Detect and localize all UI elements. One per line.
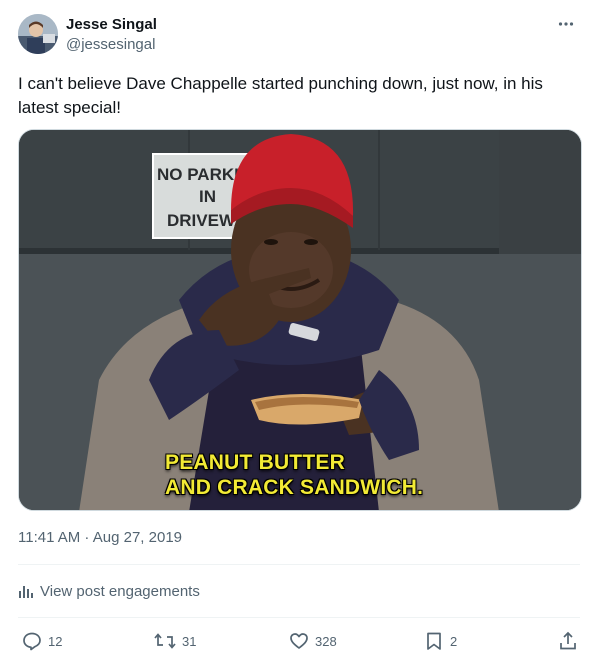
tweet-timestamp[interactable]: 11:41 AM · Aug 27, 2019 (18, 529, 182, 546)
view-engagements-link[interactable]: View post engagements (18, 580, 200, 602)
reply-count: 12 (48, 633, 63, 649)
repost-count: 31 (182, 633, 197, 649)
bookmark-count: 2 (450, 633, 458, 649)
bookmark-button[interactable]: 2 (424, 628, 457, 654)
share-icon (560, 631, 576, 650)
reply-button[interactable]: 12 (22, 628, 62, 654)
action-bar: 12 31 328 2 (18, 628, 580, 654)
divider (18, 617, 580, 618)
caption-line-1: PEANUT BUTTER (165, 451, 345, 474)
view-engagements-label: View post engagements (40, 582, 200, 600)
avatar[interactable] (18, 14, 58, 54)
tweet-text: I can't believe Dave Chappelle started p… (18, 74, 543, 117)
bookmark-icon (427, 632, 441, 650)
more-dots-icon[interactable] (554, 12, 578, 36)
tweet: Jesse Singal @jessesingal I can't believ… (0, 0, 589, 660)
reply-icon (23, 632, 41, 651)
tweet-media[interactable]: NO PARKING IN DRIVEWAY PEANUT BUTTER AND… (18, 129, 582, 511)
divider (18, 564, 580, 565)
author-name[interactable]: Jesse Singal (66, 16, 157, 33)
sign-line-2: IN (199, 187, 216, 206)
bar-chart-icon (18, 582, 36, 600)
like-button[interactable]: 328 (289, 628, 337, 654)
share-button[interactable] (558, 628, 584, 654)
repost-button[interactable]: 31 (154, 628, 196, 654)
caption-line-2: AND CRACK SANDWICH. (165, 476, 424, 499)
media-caption: PEANUT BUTTER AND CRACK SANDWICH. (165, 450, 423, 500)
tweet-header: Jesse Singal @jessesingal (18, 12, 578, 58)
heart-icon (290, 633, 308, 649)
author-handle[interactable]: @jessesingal (66, 36, 155, 53)
repost-icon (154, 633, 176, 649)
like-count: 328 (315, 633, 337, 649)
